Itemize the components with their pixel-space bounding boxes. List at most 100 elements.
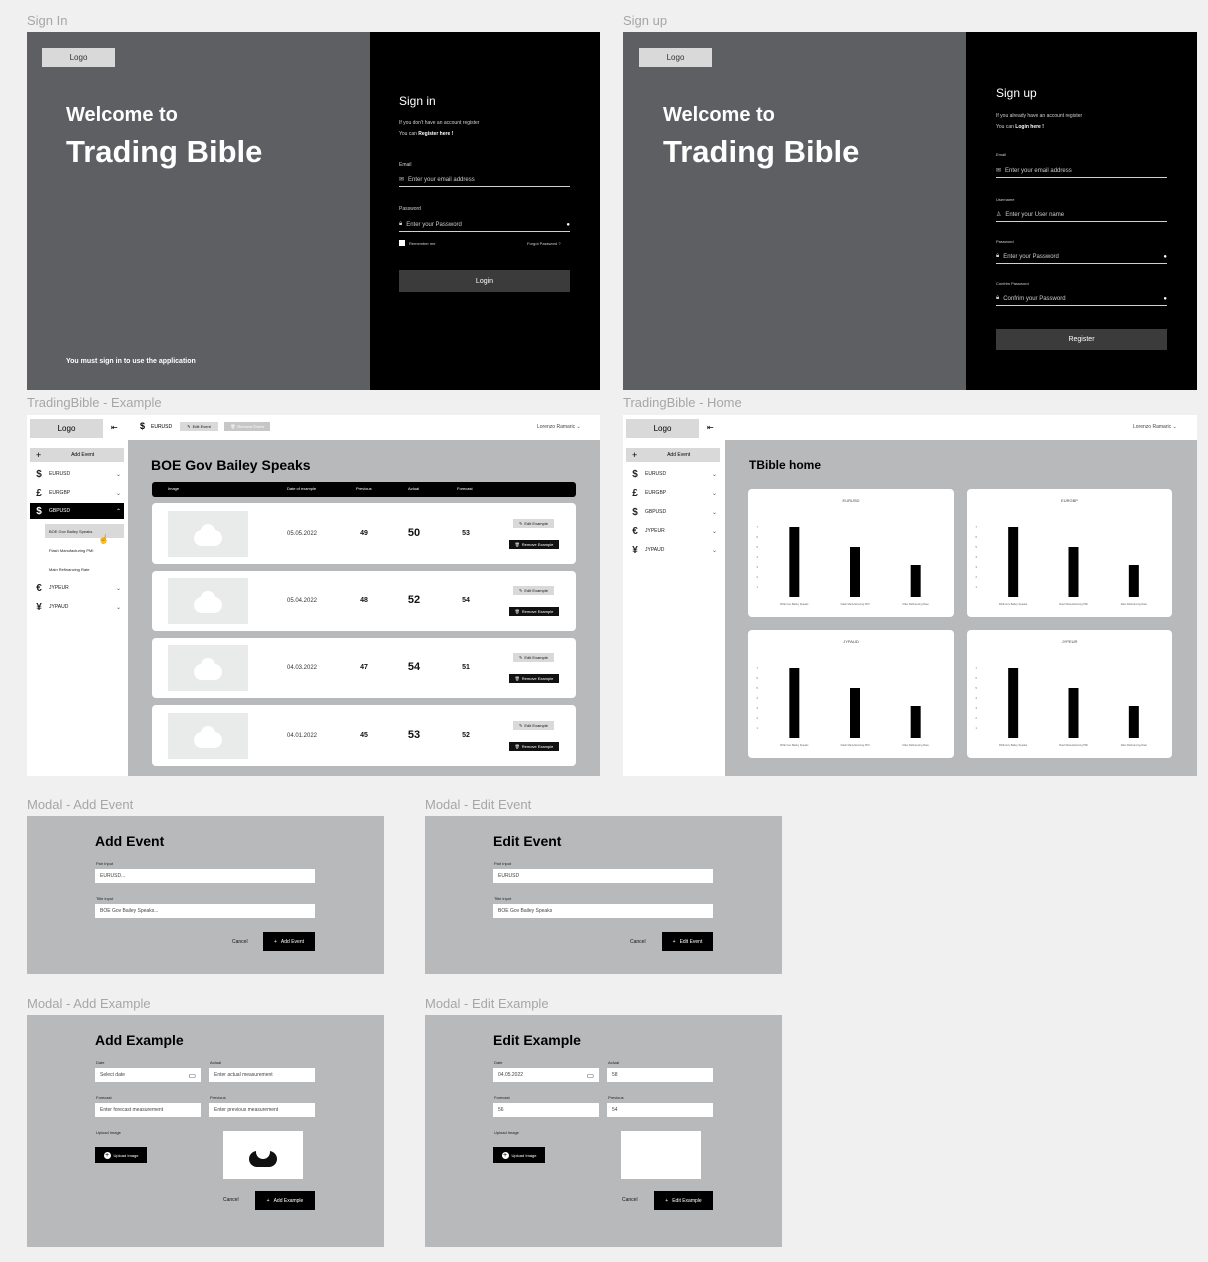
remove-example-button[interactable]: 🗑︎ Remove Example — [509, 540, 559, 549]
sign-up-hero-panel — [623, 32, 966, 390]
sub-event-boe[interactable]: BOE Gov Bailey Speaks — [49, 525, 92, 537]
sidebar-item-jypaud[interactable]: ¥ JYPAUD ⌄ — [35, 601, 121, 613]
actual-input[interactable]: Enter actual measurement — [209, 1068, 315, 1082]
welcome-text: Welcome to — [66, 104, 178, 126]
confirm-password-label: Confrim Password — [996, 281, 1029, 286]
image-preview — [621, 1131, 701, 1179]
calendar-icon[interactable]: ▭ — [188, 1071, 196, 1080]
edit-example-button[interactable]: ✎ Edit Example — [513, 721, 554, 730]
date-input[interactable]: 04.05.2022 ▭ — [493, 1068, 599, 1082]
username-field[interactable]: ♙ Enter your User name — [996, 203, 1167, 222]
bar — [910, 706, 921, 738]
add-event-button[interactable]: + Add Event — [626, 448, 720, 462]
sidebar-item-eurgbp[interactable]: £ EURGBP ⌄ — [631, 487, 717, 499]
confirm-password-field[interactable]: 🔒︎ Confrim your Password ● — [996, 287, 1167, 306]
sidebar-item-gbpusd[interactable]: $ GBPUSD ⌃ — [35, 505, 121, 517]
edit-event-submit-button[interactable]: + Edit Event — [662, 932, 713, 951]
eye-icon[interactable]: ● — [566, 222, 570, 228]
password-field[interactable]: 🔒︎ Enter your Password ● — [996, 245, 1167, 264]
eye-icon[interactable]: ● — [1163, 296, 1167, 302]
email-field[interactable]: ✉ Enter your email address — [996, 159, 1167, 178]
remember-checkbox[interactable] — [399, 240, 405, 246]
remove-example-button[interactable]: 🗑︎ Remove Example — [509, 607, 559, 616]
chevron-down-icon: ⌄ — [115, 471, 121, 478]
dollar-icon: $ — [632, 468, 638, 480]
remove-example-button[interactable]: 🗑︎ Remove Example — [509, 742, 559, 751]
plus-icon: + — [266, 1197, 270, 1204]
edit-example-submit-button[interactable]: + Edit Example — [654, 1191, 713, 1210]
sub-event-main-refinancing[interactable]: Main Refinancing Rate — [49, 563, 89, 575]
cancel-button[interactable]: Cancel — [232, 939, 248, 945]
sidebar-item-label: JYPAUD — [49, 604, 69, 610]
pair-input[interactable]: EURUSD — [493, 869, 713, 883]
sidebar-item-jypeur[interactable]: € JYPEUR ⌄ — [631, 525, 717, 537]
edit-example-button[interactable]: ✎ Edit Example — [513, 653, 554, 662]
plus-circle-icon: + — [501, 1151, 509, 1159]
edit-example-button[interactable]: ✎ Edit Example — [513, 519, 554, 528]
remove-example-label: Remove Example — [521, 609, 554, 614]
actual-input[interactable]: 58 — [607, 1068, 713, 1082]
user-menu[interactable]: Lorenzo Ramaric ⌄ — [1133, 424, 1177, 430]
modal-add-example: Add Example Date Select date ▭ Actual Ent… — [27, 1015, 384, 1247]
add-event-button[interactable]: + Add Event — [30, 448, 124, 462]
forecast-input[interactable]: 56 — [493, 1103, 599, 1117]
cancel-button[interactable]: Cancel — [630, 939, 646, 945]
dollar-icon: $ — [36, 468, 42, 480]
y-tick-label: 2 — [756, 716, 758, 720]
table-row: 05.05.2022 49 50 53 ✎ Edit Example 🗑︎ Remo… — [152, 503, 576, 564]
sign-up-title: Sign up — [996, 86, 1037, 100]
upload-image-button[interactable]: + Upload Image — [95, 1147, 147, 1163]
logo: Logo — [42, 48, 115, 67]
x-tick-label: Main Refinancing Rate — [903, 743, 930, 747]
collapse-icon[interactable]: ⇤ — [707, 423, 714, 432]
register-link[interactable]: Register here ! — [418, 131, 453, 137]
add-event-submit-button[interactable]: + Add Event — [263, 932, 315, 951]
forecast-label: Forecast — [494, 1095, 510, 1100]
actual-label: Actual — [210, 1060, 222, 1065]
edit-event-button[interactable]: ✎ Edit Event — [180, 422, 218, 431]
calendar-icon[interactable]: ▭ — [586, 1071, 594, 1080]
edit-example-button[interactable]: ✎ Edit Example — [513, 586, 554, 595]
register-button[interactable]: Register — [996, 329, 1167, 350]
row-forecast: 53 — [462, 530, 470, 537]
y-tick-label: 6 — [975, 535, 977, 539]
pair-input[interactable]: EURUSD... — [95, 869, 315, 883]
x-tick-label: BOE Gov Bailey Speaks — [780, 602, 809, 606]
password-placeholder: Enter your Password — [406, 222, 462, 228]
forgot-password-link[interactable]: Forgot Password ? — [527, 241, 561, 246]
password-field[interactable]: 🔒︎ Enter your Password ● — [399, 213, 570, 232]
cancel-button[interactable]: Cancel — [622, 1197, 638, 1203]
chart-card: JYPAUD 1 2 3 4 5 6 7 BOE Gov Bailey Speaks Flash … — [748, 630, 954, 758]
remove-example-button[interactable]: 🗑︎ Remove Example — [509, 674, 559, 683]
previous-input[interactable]: Enter previous measurement — [209, 1103, 315, 1117]
remove-event-button[interactable]: 🗑︎ Remove Event — [224, 422, 270, 431]
remove-example-label: Remove Example — [521, 676, 554, 681]
upload-image-button[interactable]: + Upload Image — [493, 1147, 545, 1163]
cancel-button[interactable]: Cancel — [223, 1197, 239, 1203]
y-tick-label: 7 — [975, 666, 977, 670]
previous-input[interactable]: 54 — [607, 1103, 713, 1117]
login-link[interactable]: Login here ! — [1015, 124, 1044, 130]
email-field[interactable]: ✉ Enter your email address — [399, 168, 570, 187]
eye-icon[interactable]: ● — [1163, 254, 1167, 260]
sidebar-item-eurusd[interactable]: $ EURUSD ⌄ — [631, 468, 717, 480]
add-example-submit-button[interactable]: + Add Example — [255, 1191, 315, 1210]
example-screen: Logo ⇤ + Add Event $ EURUSD ⌄ £ EURGBP ⌄ $ GBP… — [27, 415, 600, 776]
sub-event-flash-pmi[interactable]: Flash Manufacturing PMI — [49, 544, 93, 556]
sidebar-item-jypaud[interactable]: ¥ JYPAUD ⌄ — [631, 544, 717, 556]
user-menu[interactable]: Lorenzo Ramaric ⌄ — [537, 424, 581, 430]
forecast-input[interactable]: Enter forecast measurement — [95, 1103, 201, 1117]
title-input[interactable]: BOE Gov Bailey Speaks... — [95, 904, 315, 918]
frame-label-edit-example: Modal - Edit Example — [425, 996, 549, 1011]
sidebar-item-gbpusd[interactable]: $ GBPUSD ⌄ — [631, 506, 717, 518]
login-button[interactable]: Login — [399, 270, 570, 292]
bar — [850, 688, 860, 738]
sidebar-item-jypeur[interactable]: € JYPEUR ⌄ — [35, 582, 121, 594]
sidebar-item-eurgbp[interactable]: £ EURGBP ⌄ — [35, 487, 121, 499]
sidebar-item-label: GBPUSD — [49, 508, 71, 514]
collapse-icon[interactable]: ⇤ — [111, 423, 118, 432]
modal-title: Edit Event — [493, 833, 562, 849]
title-input[interactable]: BOE Gov Bailey Speaks — [493, 904, 713, 918]
sidebar-item-eurusd[interactable]: $ EURUSD ⌄ — [35, 468, 121, 480]
date-input[interactable]: Select date ▭ — [95, 1068, 201, 1082]
